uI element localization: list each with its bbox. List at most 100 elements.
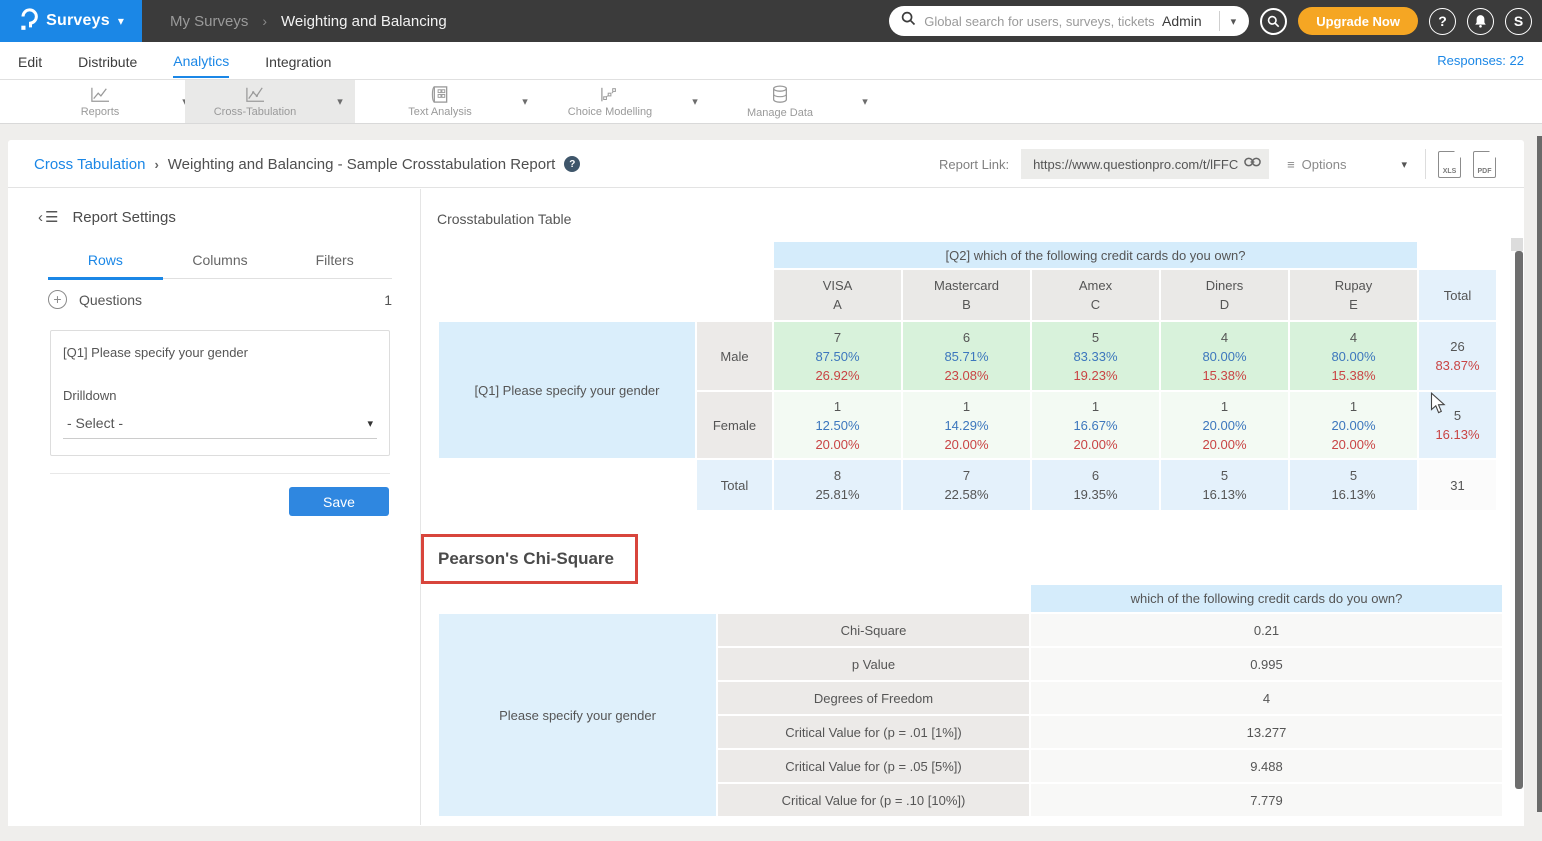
toolbar-label: Text Analysis bbox=[408, 106, 472, 118]
reports-button[interactable]: Reports bbox=[30, 80, 170, 123]
chevron-down-icon: ▾ bbox=[118, 14, 124, 28]
drilldown-caret-icon: ▾ bbox=[367, 417, 373, 430]
nav-item-integration[interactable]: Integration bbox=[265, 45, 331, 77]
column-header-amex: AmexC bbox=[1032, 270, 1159, 320]
divider bbox=[1425, 149, 1426, 179]
chi-value-chi-square: 0.21 bbox=[1031, 614, 1502, 646]
help-button[interactable]: ? bbox=[1429, 8, 1456, 35]
tab-filters[interactable]: Filters bbox=[277, 246, 392, 278]
report-settings-title: Report Settings bbox=[72, 209, 175, 226]
chi-square-table: which of the following credit cards do y… bbox=[437, 583, 1504, 818]
nav-item-distribute[interactable]: Distribute bbox=[78, 45, 137, 77]
report-link-field[interactable]: https://www.questionpro.com/t/lFFCZg bbox=[1021, 149, 1269, 179]
cell-male-visa[interactable]: 787.50%26.92% bbox=[774, 322, 901, 390]
survey-nav: Edit Distribute Analytics Integration Re… bbox=[0, 42, 1542, 80]
chi-column-header: which of the following credit cards do y… bbox=[1031, 585, 1502, 612]
page-fold bbox=[1489, 151, 1496, 158]
cell-female-diners[interactable]: 120.00%20.00% bbox=[1161, 392, 1288, 458]
xls-label: XLS bbox=[1439, 168, 1460, 175]
column-header-mastercard: MastercardB bbox=[903, 270, 1030, 320]
cross-tabulation-breadcrumb-link[interactable]: Cross Tabulation bbox=[34, 156, 145, 173]
choice-modelling-button[interactable]: Choice Modelling bbox=[540, 80, 680, 123]
drilldown-selected-value: - Select - bbox=[67, 415, 123, 431]
chi-value-critical-10pct: 7.779 bbox=[1031, 784, 1502, 816]
product-switcher[interactable]: Surveys ▾ bbox=[0, 0, 142, 42]
annotation-highlight-box: Pearson's Chi-Square bbox=[421, 534, 638, 584]
cell-female-amex[interactable]: 116.67%20.00% bbox=[1032, 392, 1159, 458]
cell-male-diners[interactable]: 480.00%15.38% bbox=[1161, 322, 1288, 390]
scrollbar-track-top[interactable] bbox=[1511, 238, 1523, 251]
search-scope-label[interactable]: Admin bbox=[1162, 13, 1211, 29]
chi-label-p-value: p Value bbox=[718, 648, 1029, 680]
toolbar-text-analysis: Text Analysis ▾ bbox=[370, 80, 540, 123]
report-link-url[interactable]: https://www.questionpro.com/t/lFFCZg bbox=[1033, 157, 1238, 172]
settings-tabs: Rows Columns Filters bbox=[48, 246, 392, 279]
cross-tabulation-caret-icon[interactable]: ▾ bbox=[325, 95, 355, 108]
cell-female-mastercard[interactable]: 114.29%20.00% bbox=[903, 392, 1030, 458]
search-scope-caret-icon[interactable]: ▾ bbox=[1228, 15, 1240, 28]
nav-item-edit[interactable]: Edit bbox=[18, 45, 42, 77]
questions-label[interactable]: Questions bbox=[79, 292, 372, 308]
chi-row-header: Please specify your gender bbox=[439, 614, 716, 816]
notifications-button[interactable] bbox=[1467, 8, 1494, 35]
row-label-female: Female bbox=[697, 392, 772, 458]
chi-label-critical-1pct: Critical Value for (p = .01 [1%]) bbox=[718, 716, 1029, 748]
breadcrumb-my-surveys[interactable]: My Surveys bbox=[170, 13, 248, 30]
crosstab-section-title: Crosstabulation Table bbox=[437, 211, 571, 227]
report-help-icon[interactable]: ? bbox=[564, 156, 580, 172]
panel-divider bbox=[420, 189, 421, 825]
nav-item-analytics[interactable]: Analytics bbox=[173, 44, 229, 78]
tab-rows[interactable]: Rows bbox=[48, 246, 163, 280]
report-scrollbar-thumb[interactable] bbox=[1515, 251, 1523, 789]
questions-row: + Questions 1 bbox=[48, 290, 392, 309]
report-title: Weighting and Balancing - Sample Crossta… bbox=[168, 156, 555, 173]
chi-value-critical-5pct: 9.488 bbox=[1031, 750, 1502, 782]
text-analysis-caret-icon[interactable]: ▾ bbox=[510, 95, 540, 108]
export-xls-button[interactable]: XLS bbox=[1438, 151, 1461, 178]
search-input[interactable] bbox=[924, 14, 1154, 29]
tab-columns[interactable]: Columns bbox=[163, 246, 278, 278]
chi-label-critical-10pct: Critical Value for (p = .10 [10%]) bbox=[718, 784, 1029, 816]
toolbar-label: Manage Data bbox=[747, 107, 813, 119]
choice-modelling-caret-icon[interactable]: ▾ bbox=[680, 95, 710, 108]
cell-female-visa[interactable]: 112.50%20.00% bbox=[774, 392, 901, 458]
avatar[interactable]: S bbox=[1505, 8, 1532, 35]
upgrade-now-button[interactable]: Upgrade Now bbox=[1298, 7, 1418, 35]
cell-male-total: 2683.87% bbox=[1419, 322, 1496, 390]
cell-total-diners: 516.13% bbox=[1161, 460, 1288, 510]
manage-data-button[interactable]: Manage Data bbox=[710, 80, 850, 123]
empty-cell bbox=[439, 270, 772, 320]
save-button[interactable]: Save bbox=[289, 487, 389, 516]
questions-count: 1 bbox=[384, 292, 392, 308]
chi-label-critical-5pct: Critical Value for (p = .05 [5%]) bbox=[718, 750, 1029, 782]
search-icon bbox=[901, 11, 916, 31]
responses-count[interactable]: Responses: 22 bbox=[1437, 53, 1524, 68]
search-submit-button[interactable] bbox=[1260, 8, 1287, 35]
text-analysis-button[interactable]: Text Analysis bbox=[370, 80, 510, 123]
cell-total-mastercard: 722.58% bbox=[903, 460, 1030, 510]
browser-scrollbar-thumb[interactable] bbox=[1537, 136, 1542, 812]
cell-female-rupay[interactable]: 120.00%20.00% bbox=[1290, 392, 1417, 458]
divider bbox=[1219, 11, 1220, 31]
cell-grand-total: 31 bbox=[1419, 460, 1496, 510]
options-label: Options bbox=[1302, 157, 1347, 172]
export-pdf-button[interactable]: PDF bbox=[1473, 151, 1496, 178]
cross-tabulation-button[interactable]: Cross-Tabulation bbox=[185, 80, 325, 123]
chevron-right-icon: › bbox=[262, 13, 267, 29]
chi-value-critical-1pct: 13.277 bbox=[1031, 716, 1502, 748]
brand-label: Surveys bbox=[46, 12, 110, 30]
scatter-chart-icon bbox=[599, 86, 621, 104]
add-question-icon[interactable]: + bbox=[48, 290, 67, 309]
crosstab-table: [Q2] which of the following credit cards… bbox=[437, 240, 1498, 512]
toolbar-choice-modelling: Choice Modelling ▾ bbox=[540, 80, 710, 123]
cell-male-mastercard[interactable]: 685.71%23.08% bbox=[903, 322, 1030, 390]
drilldown-select[interactable]: - Select - ▾ bbox=[63, 415, 377, 439]
collapse-panel-icon[interactable]: ‹☰ bbox=[38, 208, 60, 226]
breadcrumb-survey-name: Weighting and Balancing bbox=[281, 13, 447, 30]
options-dropdown[interactable]: ≡ Options ▾ bbox=[1281, 157, 1413, 172]
cell-male-rupay[interactable]: 480.00%15.38% bbox=[1290, 322, 1417, 390]
cell-male-amex[interactable]: 583.33%19.23% bbox=[1032, 322, 1159, 390]
question-card: [Q1] Please specify your gender Drilldow… bbox=[50, 330, 390, 456]
link-icon[interactable] bbox=[1244, 155, 1261, 173]
manage-data-caret-icon[interactable]: ▾ bbox=[850, 95, 880, 108]
